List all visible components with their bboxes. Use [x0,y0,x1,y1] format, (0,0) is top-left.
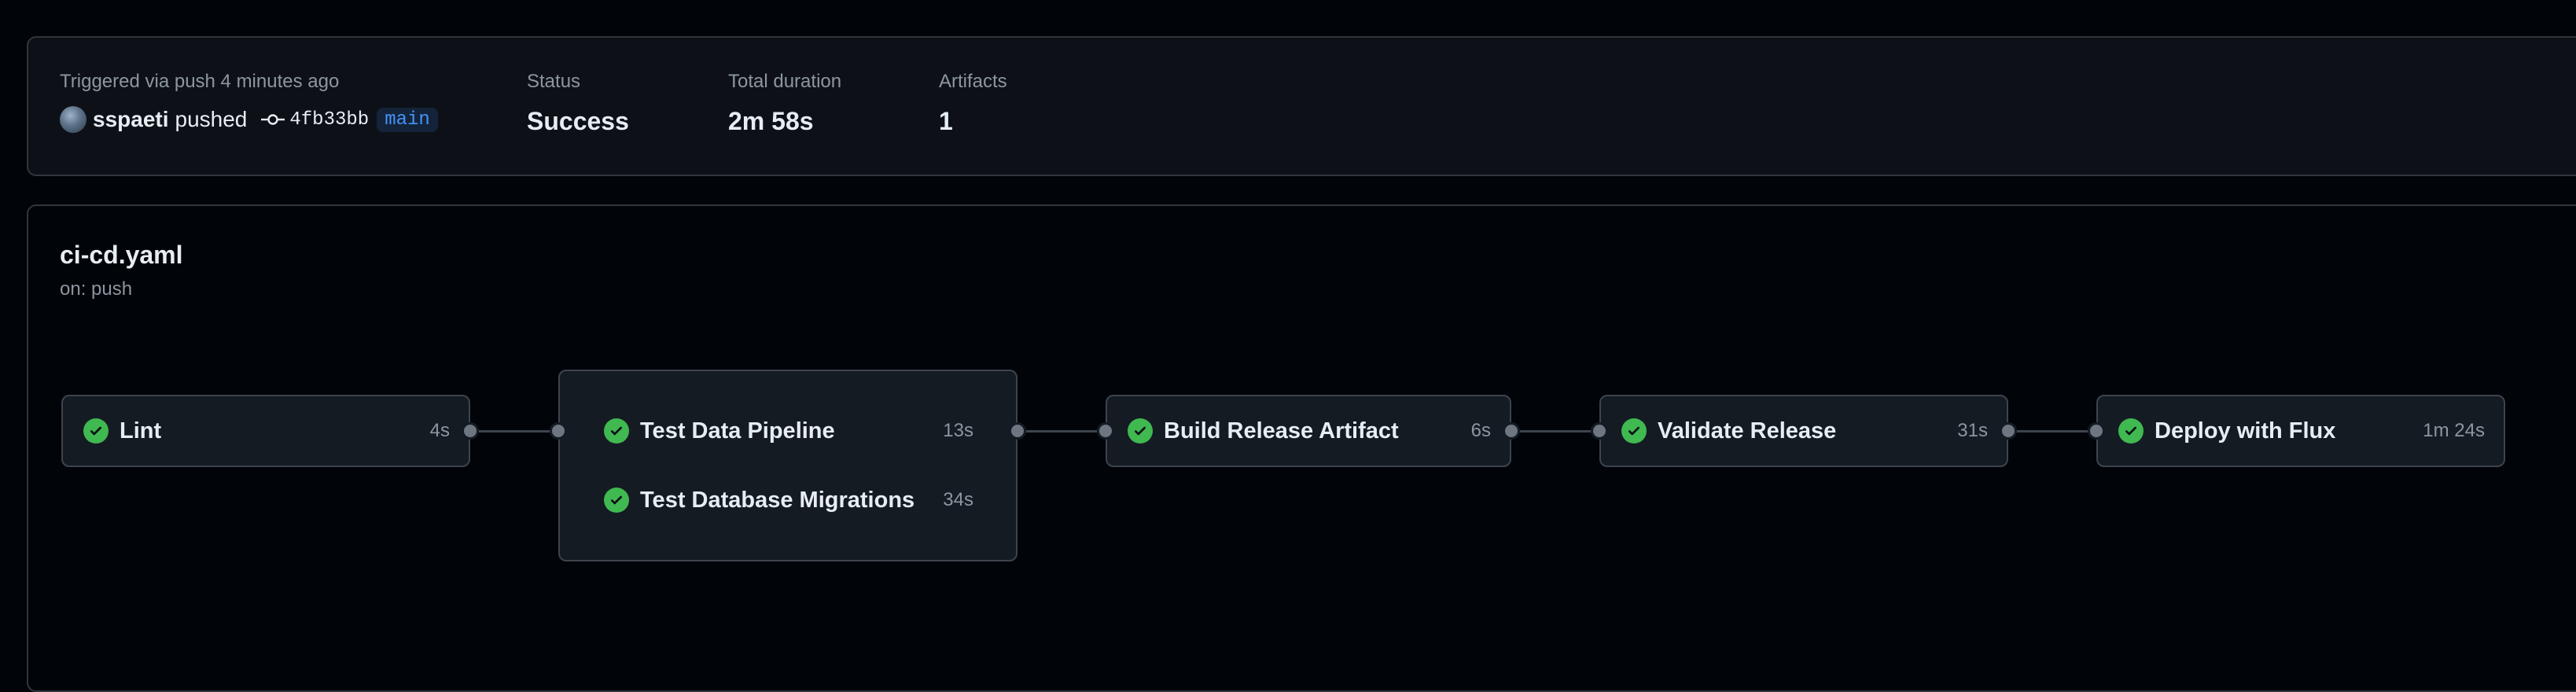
status-info: Status Success [527,71,629,137]
success-check-icon [83,418,109,444]
workflow-trigger: on: push [60,278,133,300]
duration-label: Total duration [728,71,842,92]
duration-info: Total duration 2m 58s [728,71,841,137]
connector-dot [1009,422,1026,440]
connector-dot [462,422,479,440]
workflow-graph: ci-cd.yaml on: push Lint 4s Test Data Pi… [27,204,2576,692]
job-duration: 31s [1957,420,1988,441]
job-duration: 34s [943,489,973,510]
job-row-test-db-migrations[interactable]: Test Database Migrations 34s [560,484,1016,516]
connector-dot [2088,422,2105,440]
job-card-lint[interactable]: Lint 4s [61,395,470,467]
job-name: Deploy with Flux [2155,418,2336,444]
job-card-deploy[interactable]: Deploy with Flux 1m 24s [2096,395,2505,467]
success-check-icon [2118,418,2144,444]
commit-sha-link[interactable]: 4fb33bb [289,109,369,131]
trigger-info: Triggered via push 4 minutes ago sspaeti… [60,71,438,135]
artifacts-info: Artifacts 1 [939,71,1007,137]
job-duration: 4s [429,420,450,441]
artifacts-label: Artifacts [939,71,1007,92]
duration-value: 2m 58s [728,107,814,135]
run-summary: Triggered via push 4 minutes ago sspaeti… [27,36,2576,176]
job-duration: 6s [1470,420,1491,441]
connector-dot [1503,422,1520,440]
job-name: Test Database Migrations [640,487,915,513]
avatar[interactable] [60,106,86,133]
connector-line [2008,430,2096,432]
connector-dot [1097,422,1114,440]
connector-line [1511,430,1599,432]
job-name: Validate Release [1658,418,1837,444]
artifacts-value[interactable]: 1 [939,105,1007,137]
job-row-test-data-pipeline[interactable]: Test Data Pipeline 13s [560,415,1016,447]
connector-line [1018,430,1106,432]
action-text: pushed [175,107,248,131]
connector-dot [2000,422,2017,440]
success-check-icon [604,488,629,513]
status-label: Status [527,71,581,92]
job-duration: 1m 24s [2423,420,2485,441]
job-name: Lint [120,418,162,444]
branch-badge[interactable]: main [377,107,438,132]
success-check-icon [604,418,629,444]
job-card-validate[interactable]: Validate Release 31s [1599,395,2008,467]
job-card-build[interactable]: Build Release Artifact 6s [1106,395,1511,467]
job-name: Test Data Pipeline [640,418,835,444]
connector-dot [550,422,567,440]
connector-line [470,430,558,432]
status-value: Success [527,107,629,135]
job-duration: 13s [943,420,973,441]
success-check-icon [1128,418,1153,444]
job-group-tests: Test Data Pipeline 13s Test Database Mig… [558,370,1018,561]
actor-link[interactable]: sspaeti [93,107,169,132]
job-name: Build Release Artifact [1164,418,1399,444]
workflow-file-name: ci-cd.yaml [60,241,183,269]
connector-dot [1591,422,1608,440]
success-check-icon [1621,418,1647,444]
trigger-label: Triggered via push 4 minutes ago [60,71,340,92]
git-commit-icon [261,114,285,125]
